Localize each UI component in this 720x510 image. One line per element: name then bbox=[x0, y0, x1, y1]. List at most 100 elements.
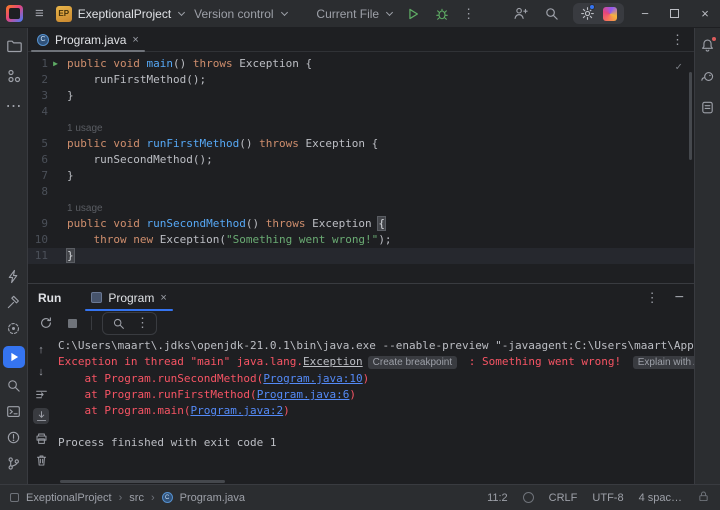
scroll-to-end-icon[interactable] bbox=[33, 408, 49, 424]
services-icon[interactable] bbox=[5, 320, 22, 337]
run-tab-program[interactable]: Program × bbox=[83, 284, 174, 311]
main-area: C Program.java × ⋮ 1▶public void main() … bbox=[28, 28, 694, 484]
more-tool-windows-icon[interactable]: ⋯ bbox=[5, 97, 22, 114]
gutter-spacer bbox=[48, 136, 63, 152]
code-with-me-icon[interactable] bbox=[505, 6, 536, 21]
run-options-icon[interactable]: ⋮ bbox=[646, 290, 659, 306]
gutter-spacer bbox=[48, 200, 63, 216]
print-icon[interactable] bbox=[33, 430, 49, 446]
console-h-scrollbar[interactable] bbox=[60, 480, 225, 483]
stacktrace-link[interactable]: Program.java:2 bbox=[190, 404, 283, 417]
run-button[interactable] bbox=[404, 5, 421, 22]
titlebar-right: − × bbox=[505, 0, 720, 28]
console-line: at Program.runFirstMethod(Program.java:6… bbox=[58, 387, 694, 403]
notifications-bell-icon[interactable] bbox=[699, 37, 716, 54]
console-action-badge[interactable]: Create breakpoint bbox=[368, 356, 458, 369]
line-number: 9 bbox=[28, 216, 48, 232]
gradle-icon[interactable] bbox=[699, 68, 716, 85]
editor-options-icon[interactable]: ⋮ bbox=[671, 32, 694, 48]
stop-icon[interactable] bbox=[64, 315, 81, 332]
code-text bbox=[63, 184, 67, 200]
run-gutter-icon[interactable]: ▶ bbox=[48, 56, 63, 72]
breadcrumb-src[interactable]: src bbox=[129, 492, 144, 504]
console-action-badge[interactable]: Explain with AI bbox=[633, 356, 694, 369]
gutter-spacer bbox=[48, 184, 63, 200]
hide-tool-window-icon[interactable]: − bbox=[675, 289, 684, 307]
indent-widget[interactable]: 4 spac… bbox=[639, 492, 682, 504]
editor-scrollbar[interactable] bbox=[689, 72, 692, 160]
usage-inlay-hint[interactable]: 1 usage bbox=[67, 123, 103, 134]
git-branch-icon[interactable] bbox=[5, 455, 22, 472]
editor[interactable]: 1▶public void main() throws Exception {2… bbox=[28, 52, 694, 283]
build-hammer-icon[interactable] bbox=[5, 294, 22, 311]
down-stack-trace-icon[interactable]: ↓ bbox=[33, 364, 49, 380]
code-token: Exception( bbox=[160, 233, 226, 246]
caret-position-widget[interactable]: 11:2 bbox=[487, 492, 508, 504]
main-menu-icon[interactable]: ≡ bbox=[33, 5, 46, 22]
code-text: public void runSecondMethod() throws Exc… bbox=[63, 216, 385, 232]
more-actions-icon[interactable]: ⋮ bbox=[462, 6, 475, 22]
code-token: runSecondMethod(); bbox=[67, 153, 213, 166]
inlay-hint-row: 1 usage bbox=[28, 200, 694, 216]
maven-icon[interactable] bbox=[699, 99, 716, 116]
console-more-icon[interactable]: ⋮ bbox=[136, 315, 149, 331]
stacktrace-link[interactable]: Program.java:10 bbox=[263, 372, 362, 385]
encoding-widget[interactable]: UTF-8 bbox=[592, 492, 623, 504]
editor-tab-program-java[interactable]: C Program.java × bbox=[28, 28, 148, 52]
settings-gear-icon[interactable] bbox=[580, 6, 595, 21]
breadcrumb-project[interactable]: ExeptionalProject bbox=[26, 492, 112, 504]
up-stack-trace-icon[interactable]: ↑ bbox=[33, 342, 49, 358]
code-text: 1 usage bbox=[63, 200, 103, 216]
editor-code-area: 1▶public void main() throws Exception {2… bbox=[28, 56, 694, 264]
endpoints-bolt-icon[interactable] bbox=[5, 268, 22, 285]
usage-inlay-hint[interactable]: 1 usage bbox=[67, 203, 103, 214]
console-search-icon[interactable] bbox=[110, 315, 127, 332]
ai-assistant-icon[interactable] bbox=[603, 7, 617, 21]
run-tool-window: Run Program × ⋮ − bbox=[28, 283, 694, 484]
inspections-check-icon[interactable]: ✓ bbox=[675, 60, 682, 73]
stacktrace-link[interactable]: Program.java:6 bbox=[257, 388, 350, 401]
line-number bbox=[28, 200, 48, 216]
rerun-icon[interactable] bbox=[37, 315, 54, 332]
status-bar: ExeptionalProject › src › C Program.java… bbox=[0, 484, 720, 510]
window-minimize-button[interactable]: − bbox=[630, 0, 660, 28]
gutter-spacer bbox=[48, 72, 63, 88]
run-tool-window-icon[interactable] bbox=[3, 346, 25, 368]
terminal-tool-icon[interactable] bbox=[5, 403, 22, 420]
toolbar-divider bbox=[91, 316, 92, 330]
console-output[interactable]: C:\Users\maart\.jdks\openjdk-21.0.1\bin\… bbox=[54, 335, 694, 484]
code-text: } bbox=[63, 88, 74, 104]
clear-all-icon[interactable] bbox=[33, 452, 49, 468]
tool-window-widget-icon[interactable] bbox=[10, 493, 19, 502]
right-activity-bar bbox=[694, 28, 720, 484]
vcs-widget[interactable]: Version control bbox=[194, 7, 286, 21]
left-activity-bar: ⋯ bbox=[0, 28, 28, 484]
line-number: 1 bbox=[28, 56, 48, 72]
problems-tool-icon[interactable] bbox=[5, 429, 22, 446]
stacktrace-link[interactable]: Exception bbox=[303, 355, 363, 368]
editor-tab-bar: C Program.java × ⋮ bbox=[28, 28, 694, 52]
console-toolbar-group: ⋮ bbox=[102, 312, 157, 335]
readonly-lock-icon[interactable] bbox=[697, 490, 710, 506]
code-token: throw bbox=[94, 233, 134, 246]
debug-icon[interactable] bbox=[433, 5, 450, 22]
find-tool-icon[interactable] bbox=[5, 377, 22, 394]
tab-close-icon[interactable]: × bbox=[132, 34, 138, 46]
code-token: throws bbox=[259, 137, 299, 150]
code-token: Exception { bbox=[299, 137, 378, 150]
code-line: 1▶public void main() throws Exception { bbox=[28, 56, 694, 72]
project-widget[interactable]: EP ExeptionalProject bbox=[56, 6, 184, 22]
commit-tool-icon[interactable] bbox=[5, 67, 22, 84]
code-text: runFirstMethod(); bbox=[63, 72, 206, 88]
window-maximize-button[interactable] bbox=[660, 0, 690, 28]
run-configuration-selector[interactable]: Current File bbox=[316, 7, 392, 21]
status-circle-icon[interactable] bbox=[523, 492, 534, 503]
search-everywhere-icon[interactable] bbox=[536, 6, 567, 21]
run-tab-close-icon[interactable]: × bbox=[160, 292, 166, 304]
project-tool-icon[interactable] bbox=[5, 37, 22, 54]
line-ending-widget[interactable]: CRLF bbox=[549, 492, 578, 504]
code-token: } bbox=[67, 249, 74, 262]
soft-wrap-icon[interactable] bbox=[33, 386, 49, 402]
breadcrumb-file[interactable]: Program.java bbox=[180, 492, 245, 504]
window-close-button[interactable]: × bbox=[690, 0, 720, 28]
